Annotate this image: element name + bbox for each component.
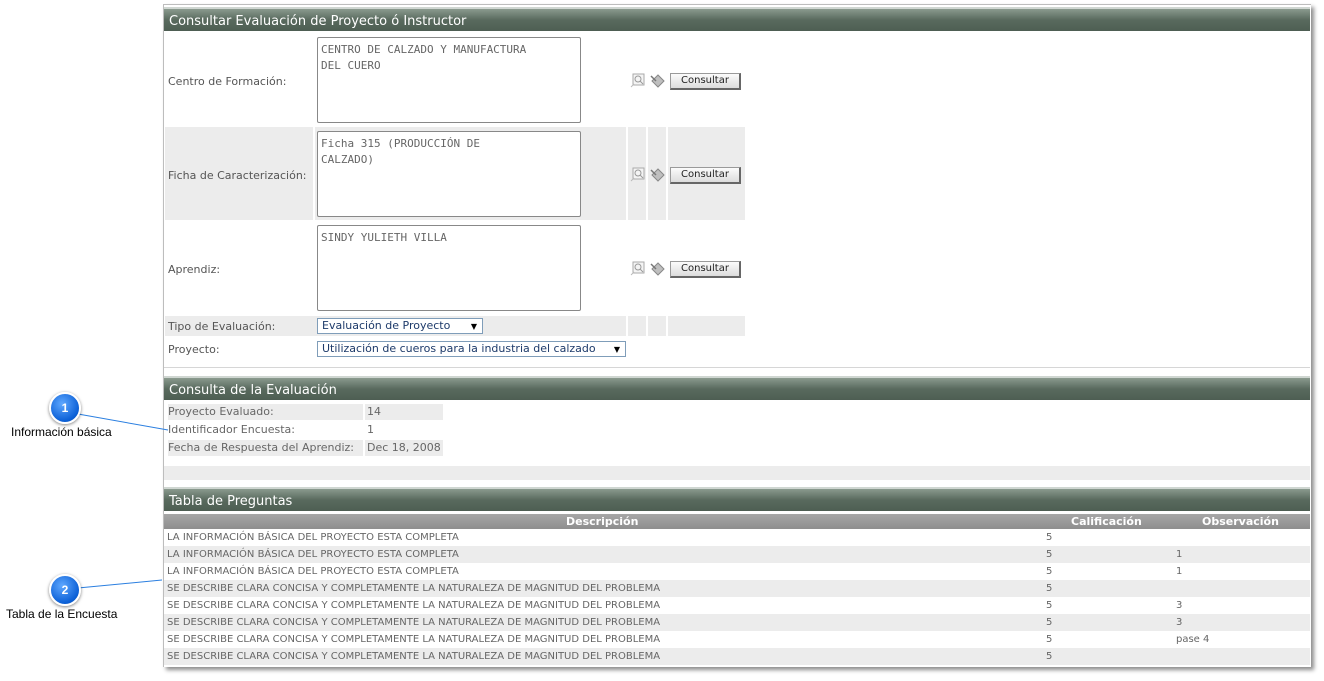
centro-label: Centro de Formación: (168, 75, 287, 88)
tipo-label: Tipo de Evaluación: (168, 320, 276, 333)
ficha-label: Ficha de Caracterización: (168, 169, 307, 182)
info-value: Dec 18, 2008 (365, 440, 443, 456)
info-value: 14 (365, 404, 443, 420)
info-key: Identificador Encuesta: (168, 423, 295, 436)
eraser-icon[interactable] (650, 72, 666, 88)
table-row: LA INFORMACIÓN BÁSICA DEL PROYECTO ESTA … (164, 563, 1310, 580)
cell-descripcion: LA INFORMACIÓN BÁSICA DEL PROYECTO ESTA … (167, 566, 459, 577)
ficha-field[interactable]: Ficha 315 (PRODUCCIÓN DE CALZADO) (317, 131, 581, 217)
divider (646, 127, 648, 220)
cell-descripcion: SE DESCRIBE CLARA CONCISA Y COMPLETAMENT… (167, 634, 661, 645)
divider (646, 316, 648, 336)
aprendiz-label: Aprendiz: (168, 263, 221, 276)
divider (626, 127, 628, 220)
eraser-icon[interactable] (650, 260, 666, 276)
eraser-icon[interactable] (650, 166, 666, 182)
tipo-select[interactable]: Evaluación de Proyecto ▼ (317, 318, 483, 334)
cell-observacion: 3 (1176, 617, 1183, 628)
divider (626, 316, 628, 336)
cell-descripcion: SE DESCRIBE CLARA CONCISA Y COMPLETAMENT… (167, 617, 661, 628)
centro-field[interactable]: CENTRO DE CALZADO Y MANUFACTURA DEL CUER… (317, 37, 581, 123)
table-row: SE DESCRIBE CLARA CONCISA Y COMPLETAMENT… (164, 648, 1310, 665)
col-observacion: Observación (1202, 515, 1279, 528)
info-key: Proyecto Evaluado: (168, 404, 363, 420)
cell-observacion: 1 (1176, 549, 1183, 560)
cell-calificacion: 5 (1046, 583, 1053, 594)
callout-1-badge: 1 (49, 392, 81, 424)
table-header: Descripción Calificación Observación (164, 514, 1310, 529)
cell-calificacion: 5 (1046, 600, 1053, 611)
cell-calificacion: 5 (1046, 634, 1053, 645)
aprendiz-field[interactable]: SINDY YULIETH VILLA (317, 225, 581, 311)
magnifier-icon[interactable] (630, 260, 646, 276)
cell-calificacion: 5 (1046, 617, 1053, 628)
cell-descripcion: SE DESCRIBE CLARA CONCISA Y COMPLETAMENT… (167, 651, 661, 662)
divider (313, 127, 315, 220)
proyecto-label: Proyecto: (168, 343, 220, 356)
cell-descripcion: LA INFORMACIÓN BÁSICA DEL PROYECTO ESTA … (167, 532, 459, 543)
chevron-down-icon: ▼ (470, 322, 478, 331)
cell-observacion: 3 (1176, 600, 1183, 611)
magnifier-icon[interactable] (630, 166, 646, 182)
section-title-tabla: Tabla de Preguntas (164, 487, 1310, 511)
consultar-ficha-button[interactable]: Consultar (670, 167, 741, 184)
table-row: LA INFORMACIÓN BÁSICA DEL PROYECTO ESTA … (164, 546, 1310, 563)
magnifier-icon[interactable] (630, 72, 646, 88)
callout-1-label: Información básica (11, 425, 112, 439)
divider (666, 127, 668, 220)
callout-2-badge: 2 (49, 574, 81, 606)
col-descripcion: Descripción (566, 515, 639, 528)
section-title-consultar: Consultar Evaluación de Proyecto ó Instr… (164, 7, 1310, 31)
cell-descripcion: SE DESCRIBE CLARA CONCISA Y COMPLETAMENT… (167, 600, 661, 611)
cell-descripcion: SE DESCRIBE CLARA CONCISA Y COMPLETAMENT… (167, 583, 661, 594)
cell-observacion: 1 (1176, 566, 1183, 577)
section-title-consulta: Consulta de la Evaluación (164, 376, 1310, 400)
cell-calificacion: 5 (1046, 651, 1053, 662)
chevron-down-icon: ▼ (613, 345, 621, 354)
divider (666, 316, 668, 336)
info-value: 1 (367, 423, 374, 436)
cell-calificacion: 5 (1046, 566, 1053, 577)
col-calificacion: Calificación (1071, 515, 1142, 528)
table-row: SE DESCRIBE CLARA CONCISA Y COMPLETAMENT… (164, 580, 1310, 597)
consultar-centro-button[interactable]: Consultar (670, 73, 741, 90)
table-row: LA INFORMACIÓN BÁSICA DEL PROYECTO ESTA … (164, 529, 1310, 546)
cell-calificacion: 5 (1046, 549, 1053, 560)
cell-descripcion: LA INFORMACIÓN BÁSICA DEL PROYECTO ESTA … (167, 549, 459, 560)
cell-calificacion: 5 (1046, 532, 1053, 543)
proyecto-select-value: Utilización de cueros para la industria … (322, 342, 596, 355)
cell-observacion: pase 4 (1176, 634, 1210, 645)
table-row: SE DESCRIBE CLARA CONCISA Y COMPLETAMENT… (164, 597, 1310, 614)
callout-2-label: Tabla de la Encuesta (6, 607, 118, 621)
table-row: SE DESCRIBE CLARA CONCISA Y COMPLETAMENT… (164, 614, 1310, 631)
info-key: Fecha de Respuesta del Aprendiz: (168, 440, 363, 456)
divider (164, 367, 1310, 368)
section-footer (164, 466, 1310, 480)
tipo-select-value: Evaluación de Proyecto (322, 319, 451, 332)
consultar-aprendiz-button[interactable]: Consultar (670, 261, 741, 278)
proyecto-select[interactable]: Utilización de cueros para la industria … (317, 341, 626, 357)
table-row: SE DESCRIBE CLARA CONCISA Y COMPLETAMENT… (164, 631, 1310, 648)
